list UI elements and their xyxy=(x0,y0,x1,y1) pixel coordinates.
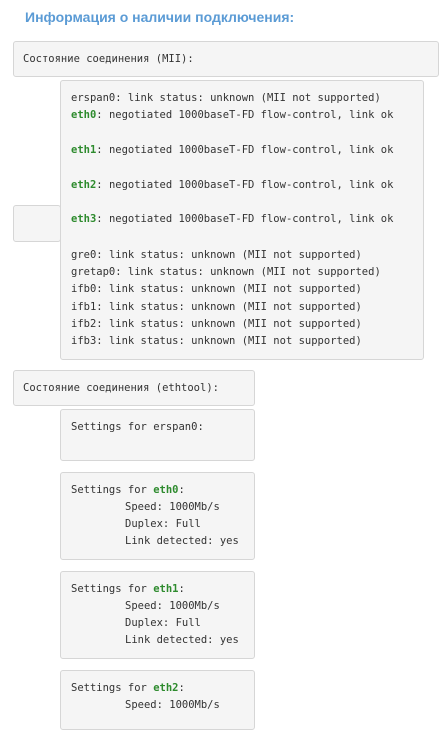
settings-prefix: Settings for xyxy=(71,682,154,694)
settings-detail: Link detected: yes xyxy=(125,634,239,646)
mii-output-box: erspan0: link status: unknown (MII not s… xyxy=(60,80,424,360)
mii-iface: ifb0 xyxy=(71,283,97,295)
mii-line: ifb2: link status: unknown (MII not supp… xyxy=(71,316,362,333)
ethtool-settings-box: Settings for erspan0: xyxy=(60,409,255,461)
settings-detail: Link detected: yes xyxy=(125,535,239,547)
mii-iface: ifb1 xyxy=(71,301,97,313)
mii-iface: gretap0 xyxy=(71,266,116,278)
mii-status: : link status: unknown (MII not supporte… xyxy=(115,92,381,104)
mii-status: : negotiated 1000baseT-FD flow-control, … xyxy=(96,179,394,191)
ethtool-settings-box: Settings for eth2: Speed: 1000Mb/s xyxy=(60,670,255,730)
settings-iface: erspan0 xyxy=(153,421,198,433)
settings-prefix: Settings for xyxy=(71,484,154,496)
mii-status: : link status: unknown (MII not supporte… xyxy=(96,301,362,313)
page-title: Информация о наличии подключения: xyxy=(25,9,295,25)
mii-line: ifb1: link status: unknown (MII not supp… xyxy=(71,299,362,316)
mii-line: eth0: negotiated 1000baseT-FD flow-contr… xyxy=(71,107,393,124)
settings-header: Settings for eth1: xyxy=(71,583,185,595)
mii-line: ifb0: link status: unknown (MII not supp… xyxy=(71,281,362,298)
ethtool-settings-box: Settings for eth0: Speed: 1000Mb/s Duple… xyxy=(60,472,255,560)
settings-header: Settings for erspan0: xyxy=(71,421,204,433)
mii-line: eth2: negotiated 1000baseT-FD flow-contr… xyxy=(71,177,393,194)
ethtool-section-label: Состояние соединения (ethtool): xyxy=(13,370,255,406)
settings-detail: Duplex: Full xyxy=(125,617,201,629)
settings-iface: eth2 xyxy=(153,682,179,694)
mii-status: : link status: unknown (MII not supporte… xyxy=(96,335,362,347)
mii-iface: eth2 xyxy=(71,179,97,191)
mii-line: gre0: link status: unknown (MII not supp… xyxy=(71,247,362,264)
mii-status: : link status: unknown (MII not supporte… xyxy=(115,266,381,278)
mii-empty-box xyxy=(13,205,61,242)
mii-section-label: Состояние соединения (MII): xyxy=(13,41,439,77)
mii-line: erspan0: link status: unknown (MII not s… xyxy=(71,90,381,107)
settings-iface: eth1 xyxy=(153,583,179,595)
mii-line: eth1: negotiated 1000baseT-FD flow-contr… xyxy=(71,142,393,159)
mii-iface: ifb2 xyxy=(71,318,97,330)
settings-prefix: Settings for xyxy=(71,421,154,433)
settings-header: Settings for eth2: xyxy=(71,682,185,694)
settings-header: Settings for eth0: xyxy=(71,484,185,496)
settings-detail: Speed: 1000Mb/s xyxy=(125,501,220,513)
mii-line: ifb3: link status: unknown (MII not supp… xyxy=(71,333,362,350)
ethtool-settings-box: Settings for eth1: Speed: 1000Mb/s Duple… xyxy=(60,571,255,659)
mii-status: : link status: unknown (MII not supporte… xyxy=(96,318,362,330)
mii-iface: eth3 xyxy=(71,213,97,225)
mii-iface: gre0 xyxy=(71,249,97,261)
settings-iface: eth0 xyxy=(153,484,179,496)
mii-status: : negotiated 1000baseT-FD flow-control, … xyxy=(96,213,394,225)
mii-status: : link status: unknown (MII not supporte… xyxy=(96,283,362,295)
mii-iface: erspan0 xyxy=(71,92,116,104)
settings-detail: Speed: 1000Mb/s xyxy=(125,600,220,612)
mii-iface: eth0 xyxy=(71,109,97,121)
mii-status: : negotiated 1000baseT-FD flow-control, … xyxy=(96,109,394,121)
settings-detail: Speed: 1000Mb/s xyxy=(125,699,220,711)
mii-line: gretap0: link status: unknown (MII not s… xyxy=(71,264,381,281)
mii-iface: eth1 xyxy=(71,144,97,156)
mii-status: : link status: unknown (MII not supporte… xyxy=(96,249,362,261)
settings-detail: Duplex: Full xyxy=(125,518,201,530)
mii-status: : negotiated 1000baseT-FD flow-control, … xyxy=(96,144,394,156)
mii-line: eth3: negotiated 1000baseT-FD flow-contr… xyxy=(71,211,393,228)
mii-iface: ifb3 xyxy=(71,335,97,347)
settings-prefix: Settings for xyxy=(71,583,154,595)
